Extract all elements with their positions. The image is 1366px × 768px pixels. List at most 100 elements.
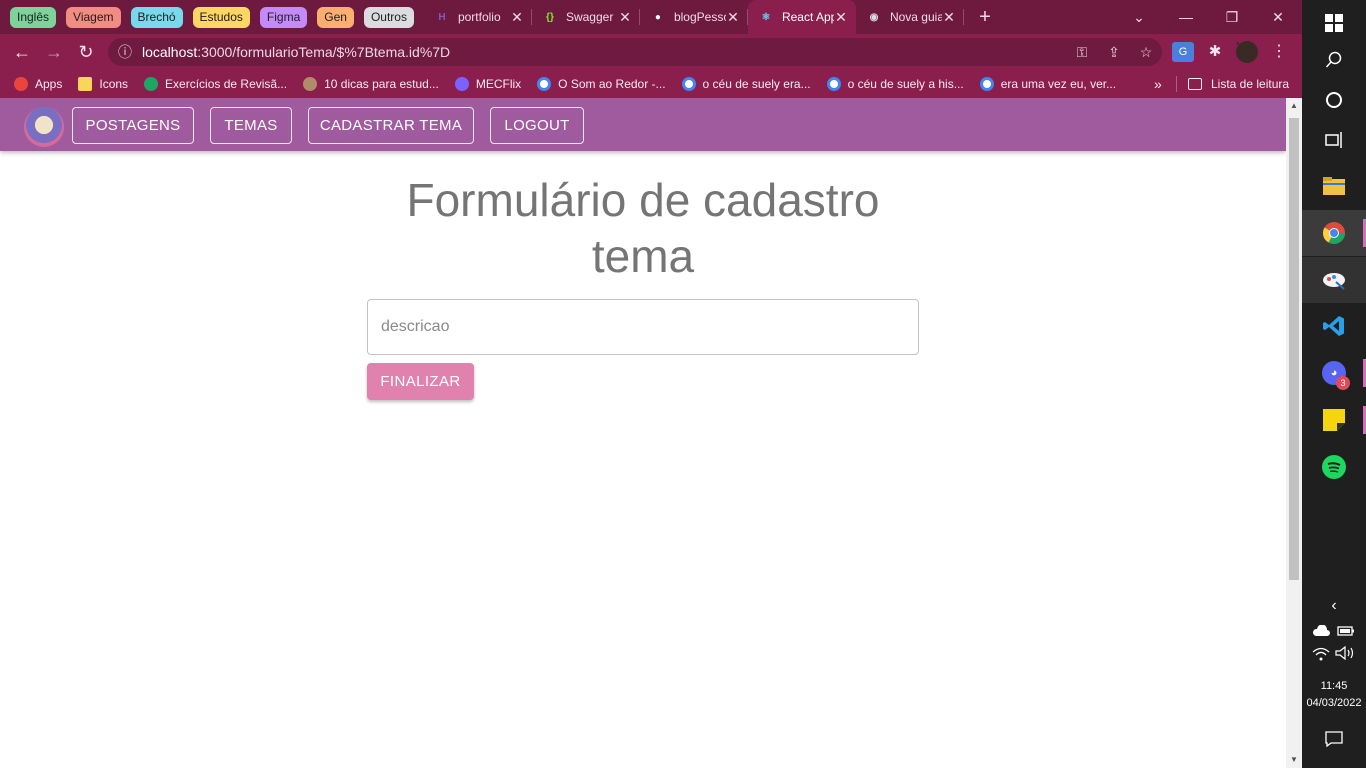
tab-title: portfolio xyxy=(457,10,501,24)
onedrive-icon[interactable] xyxy=(1312,624,1330,642)
url-text[interactable]: localhost:3000/formularioTema/$%7Btema.i… xyxy=(142,44,450,60)
google-icon xyxy=(681,77,696,91)
mecflix-icon xyxy=(454,77,469,91)
vscode-icon[interactable] xyxy=(1302,303,1366,349)
swagger-icon: {} xyxy=(546,11,554,23)
browser-tab[interactable]: ● blogPessoal✕ xyxy=(640,0,748,34)
bookmarks-overflow-icon[interactable]: » xyxy=(1154,70,1162,98)
tabs: Hportfolio✕{}Swagger✕●blogPessoal✕⚛React… xyxy=(424,0,964,34)
bookmark-item[interactable]: O Som ao Redor -... xyxy=(529,70,673,98)
browser-tab[interactable]: ◉ Nova guia ✕ xyxy=(856,0,964,34)
extensions-icon[interactable]: ✱ xyxy=(1204,42,1226,62)
bookmark-label: Apps xyxy=(35,77,63,91)
browser-tab[interactable]: {} Swagger ✕ xyxy=(532,0,640,34)
sticky-notes-icon[interactable] xyxy=(1302,397,1366,443)
bookmark-label: Exercícios de Revisã... xyxy=(165,77,288,91)
bookmark-label: O Som ao Redor -... xyxy=(558,77,666,91)
description-field[interactable] xyxy=(367,299,919,355)
tab-group-chip[interactable]: Outros xyxy=(363,6,414,28)
spotify-icon[interactable] xyxy=(1302,444,1366,490)
reload-button[interactable]: ↻ xyxy=(70,36,102,68)
minimize-button[interactable]: — xyxy=(1163,0,1209,34)
bookmark-item[interactable]: MECFlix xyxy=(447,70,529,98)
restore-button[interactable]: ❐ xyxy=(1209,0,1255,34)
task-view-icon[interactable] xyxy=(1302,117,1366,163)
bookmarks-divider xyxy=(1176,76,1177,92)
page-scrollbar[interactable]: ▲ ▼ xyxy=(1286,98,1302,768)
address-bar[interactable]: ⓘ localhost:3000/formularioTema/$%7Btema… xyxy=(108,38,1162,66)
tab-groups: Inglês Viagem Brechó Estudos Figma Gen Outros xyxy=(0,6,414,28)
tab-group-chip[interactable]: Gen xyxy=(317,6,354,28)
new-tab-button[interactable]: + xyxy=(970,6,1000,29)
tab-search-button[interactable]: ⌄ xyxy=(1116,0,1162,34)
scroll-down-icon[interactable]: ▼ xyxy=(1286,752,1302,768)
tray-chevron-icon[interactable]: ‹ xyxy=(1302,597,1366,615)
browser-tab[interactable]: Hportfolio ✕ xyxy=(424,0,532,34)
bookmark-label: o céu de suely era... xyxy=(702,77,811,91)
scroll-thumb[interactable] xyxy=(1289,118,1299,580)
description-input[interactable] xyxy=(368,300,918,354)
bookmark-item[interactable]: Icons xyxy=(70,70,136,98)
site-info-icon[interactable]: ⓘ xyxy=(118,42,132,62)
bookmark-item[interactable]: o céu de suely era... xyxy=(674,70,819,98)
discord-icon[interactable]: ◕ 3 xyxy=(1302,350,1366,396)
battery-icon[interactable] xyxy=(1337,624,1355,642)
github-icon: ● xyxy=(654,11,661,23)
close-tab-icon[interactable]: ✕ xyxy=(618,9,632,26)
profile-avatar[interactable]: ● xyxy=(1236,41,1258,63)
paint-icon[interactable] xyxy=(1302,257,1366,303)
bookmark-item[interactable]: Exercícios de Revisã... xyxy=(136,70,295,98)
close-tab-icon[interactable]: ✕ xyxy=(726,9,740,26)
chrome-icon[interactable] xyxy=(1302,210,1366,256)
web-page: POSTAGENS TEMAS CADASTRAR TEMA LOGOUT Fo… xyxy=(0,98,1286,768)
close-tab-icon[interactable]: ✕ xyxy=(510,9,524,26)
folder-icon xyxy=(78,77,93,91)
apps-icon xyxy=(14,77,28,91)
bookmark-item[interactable]: era uma vez eu, ver... xyxy=(972,70,1124,98)
back-button[interactable]: ← xyxy=(6,36,38,68)
wifi-icon[interactable] xyxy=(1312,647,1330,666)
bookmark-label: Icons xyxy=(99,77,129,91)
clock-date[interactable]: 04/03/2022 xyxy=(1302,697,1366,709)
translate-extension-icon[interactable]: G xyxy=(1172,42,1194,62)
volume-icon[interactable] xyxy=(1335,645,1355,665)
bookmark-item[interactable]: Apps xyxy=(6,70,70,98)
nav-temas-button[interactable]: TEMAS xyxy=(210,107,292,144)
close-tab-icon[interactable]: ✕ xyxy=(942,9,956,26)
nav-postagens-button[interactable]: POSTAGENS xyxy=(72,107,194,144)
nav-cadastrar-tema-button[interactable]: CADASTRAR TEMA xyxy=(308,107,474,144)
drive-icon xyxy=(144,77,159,91)
close-window-button[interactable]: ✕ xyxy=(1255,0,1301,34)
bookmark-item[interactable]: 10 dicas para estud... xyxy=(295,70,447,98)
reading-list-button[interactable]: Lista de leitura xyxy=(1180,70,1297,98)
bookmark-star-icon[interactable]: ☆ xyxy=(1130,44,1162,61)
file-explorer-icon[interactable] xyxy=(1302,163,1366,209)
nav-logout-button[interactable]: LOGOUT xyxy=(490,107,584,144)
tab-group-chip[interactable]: Inglês xyxy=(10,6,57,28)
browser-toolbar: ← → ↻ ⓘ localhost:3000/formularioTema/$%… xyxy=(0,34,1302,70)
notification-center-icon[interactable] xyxy=(1325,731,1343,752)
avatar-icon xyxy=(303,77,318,91)
tab-group-chip[interactable]: Viagem xyxy=(66,6,121,28)
tab-title: Nova guia xyxy=(889,10,942,24)
tab-group-chip[interactable]: Brechó xyxy=(130,6,183,28)
google-icon xyxy=(979,77,994,91)
finalizar-button[interactable]: FINALIZAR xyxy=(367,363,474,400)
reading-list-icon xyxy=(1188,78,1202,90)
tab-group-chip[interactable]: Estudos xyxy=(192,6,250,28)
forward-button[interactable]: → xyxy=(38,36,70,68)
form-title: Formulário de cadastro tema xyxy=(406,174,880,282)
tab-group-chip[interactable]: Figma xyxy=(259,6,308,28)
password-key-icon[interactable]: ⚿ xyxy=(1066,44,1098,61)
chrome-menu-icon[interactable]: ⋮ xyxy=(1268,41,1290,63)
clock-time[interactable]: 11:45 xyxy=(1302,680,1366,692)
bookmark-item[interactable]: o céu de suely a his... xyxy=(819,70,972,98)
browser-tab-strip: Inglês Viagem Brechó Estudos Figma Gen Outros … xyxy=(0,0,1302,34)
close-tab-icon[interactable]: ✕ xyxy=(834,9,848,26)
bookmarks-bar: Apps Icons Exercícios de Revisã... 10 dicas… xyxy=(0,70,1302,98)
tab-active[interactable]: ⚛ React App ✕ xyxy=(747,0,856,34)
scroll-up-icon[interactable]: ▲ xyxy=(1286,98,1302,114)
app-logo[interactable] xyxy=(24,107,64,147)
share-icon[interactable]: ⇪ xyxy=(1098,44,1130,61)
heroku-icon: H xyxy=(438,11,446,23)
